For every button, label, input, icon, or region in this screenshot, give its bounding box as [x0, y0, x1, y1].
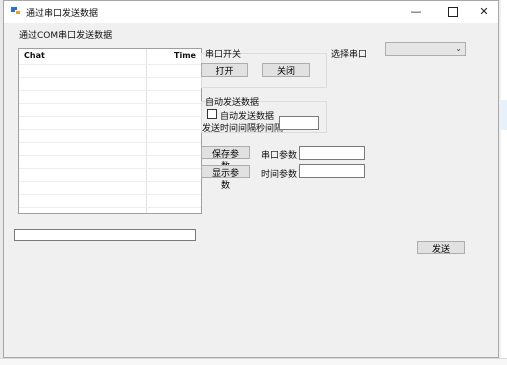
send-interval-input[interactable] — [279, 116, 319, 130]
close-icon: ✕ — [479, 5, 489, 18]
background-window-edge-right — [501, 0, 507, 365]
chat-row — [19, 90, 201, 91]
background-window-bottom — [0, 358, 507, 365]
show-params-button[interactable]: 显示参数 — [201, 165, 250, 190]
close-button[interactable]: ✕ — [469, 1, 499, 23]
minimize-icon: — — [410, 5, 422, 18]
chevron-down-icon: ⌄ — [455, 44, 462, 53]
chat-row — [19, 129, 201, 130]
port-param-label: 串口参数 — [261, 151, 298, 161]
column-header-time: Time — [174, 51, 196, 60]
chat-row — [19, 103, 201, 104]
chat-row — [19, 64, 201, 65]
send-interval-label: 发送时间间隔秒间隔 — [202, 124, 284, 134]
save-params-button[interactable]: 保存参数 — [201, 146, 250, 171]
close-port-button[interactable]: 关闭 — [262, 63, 310, 77]
minimize-button[interactable]: — — [401, 1, 431, 23]
maximize-button[interactable] — [438, 1, 468, 23]
group-label-auto-send: 自动发送数据 — [205, 98, 260, 108]
chat-row — [19, 181, 201, 182]
auto-send-checkbox[interactable] — [207, 109, 217, 119]
chat-row — [19, 168, 201, 169]
chat-row — [19, 77, 201, 78]
message-input[interactable] — [14, 229, 196, 241]
maximize-icon — [448, 7, 458, 17]
column-header-chat: Chat — [24, 51, 45, 60]
window-title: 通过串口发送数据 — [26, 9, 99, 19]
column-separator — [146, 49, 147, 213]
chat-row — [19, 207, 201, 208]
open-port-button[interactable]: 打开 — [201, 63, 248, 77]
port-param-input[interactable] — [299, 146, 365, 160]
time-param-label: 时间参数 — [261, 170, 298, 180]
select-port-label: 选择串口 — [331, 50, 368, 60]
group-label-port-switch: 串口开关 — [205, 50, 242, 60]
chat-row — [19, 194, 201, 195]
port-select[interactable]: ⌄ — [385, 42, 466, 56]
group-label-com: 通过COM串口发送数据 — [19, 31, 113, 41]
chat-row — [19, 155, 201, 156]
title-bar: 通过串口发送数据 — ✕ — [4, 1, 498, 23]
chat-row — [19, 142, 201, 143]
app-icon — [11, 7, 21, 16]
send-button[interactable]: 发送 — [417, 241, 465, 254]
main-window: 通过串口发送数据 — ✕ 通过COM串口发送数据 Chat Time 串口开关 … — [3, 0, 499, 358]
chat-list[interactable]: Chat Time — [18, 48, 202, 214]
time-param-input[interactable] — [299, 164, 365, 178]
chat-row — [19, 116, 201, 117]
